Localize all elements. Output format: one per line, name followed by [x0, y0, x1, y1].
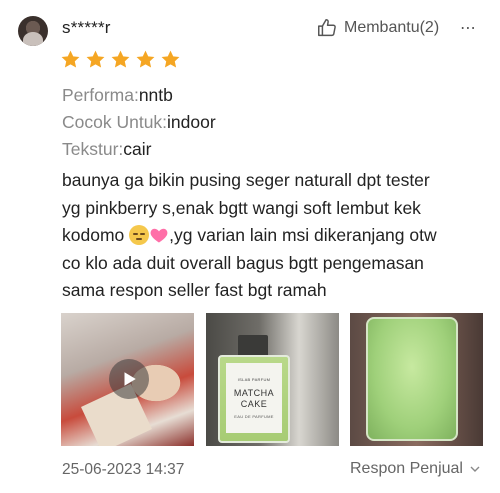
play-button[interactable]	[109, 359, 149, 399]
bottle-name-line2: CAKE	[240, 399, 268, 409]
bottle-label: ISLAB PARFUM MATCHA CAKE EAU DE PARFUME	[226, 363, 282, 433]
star-icon	[136, 50, 155, 68]
helpful-button[interactable]: Membantu(2)	[316, 17, 439, 39]
review-card: s*****r Membantu(2) ⋯ Performa:nntb Coco…	[0, 0, 500, 493]
star-icon	[161, 50, 180, 68]
attribute-value: indoor	[167, 112, 216, 132]
review-video-thumbnail[interactable]	[61, 313, 194, 446]
attribute-value: nntb	[138, 85, 173, 105]
star-icon	[86, 50, 105, 68]
review-text-segment: ,yg varian lain msi dikeranjang otw	[169, 225, 437, 245]
star-icon	[61, 50, 80, 68]
play-icon	[124, 372, 136, 386]
review-text: baunya ga bikin pusing seger naturall dp…	[62, 167, 482, 305]
attribute-key: Performa:	[62, 85, 139, 105]
attribute-key: Cocok Untuk:	[62, 112, 168, 132]
star-icon	[111, 50, 130, 68]
more-options-button[interactable]: ⋯	[460, 18, 477, 38]
chevron-down-icon	[470, 466, 480, 472]
bottle-cap	[238, 335, 268, 357]
review-image-thumbnail[interactable]	[350, 313, 483, 446]
star-rating	[60, 49, 181, 70]
review-image-thumbnail[interactable]: ISLAB PARFUM MATCHA CAKE EAU DE PARFUME	[206, 313, 339, 446]
review-line: sama respon seller fast bgt ramah	[62, 280, 327, 300]
attribute-tekstur: Tekstur:cair	[62, 138, 151, 160]
attribute-cocok-untuk: Cocok Untuk:indoor	[62, 111, 216, 133]
helpful-label: Membantu(2)	[344, 19, 440, 36]
review-line: baunya ga bikin pusing seger naturall dp…	[62, 170, 430, 190]
attribute-performa: Performa:nntb	[62, 84, 173, 106]
seller-response-toggle[interactable]: Respon Penjual	[350, 460, 481, 478]
pink-heart-icon	[150, 228, 168, 243]
review-line: kodomo ,yg varian lain msi dikeranjang o…	[62, 222, 482, 250]
bottle-brand: ISLAB PARFUM	[237, 377, 271, 382]
bottle-name-line1: MATCHA	[233, 388, 275, 398]
perfume-bottle	[366, 317, 458, 441]
avatar[interactable]	[18, 16, 48, 46]
thumbs-up-icon	[318, 19, 336, 37]
review-date: 25-06-2023 14:37	[62, 461, 185, 478]
bottle-subtitle: EAU DE PARFUME	[234, 414, 274, 419]
attribute-key: Tekstur:	[62, 139, 124, 159]
pensive-face-icon	[129, 225, 150, 245]
review-line: co klo ada duit overall bagus bgtt penge…	[62, 252, 424, 273]
attribute-value: cair	[123, 139, 152, 159]
reviewer-username: s*****r	[62, 18, 111, 37]
review-text-segment: kodomo	[62, 225, 130, 245]
review-line: yg pinkberry s,enak bgtt wangi soft lemb…	[62, 197, 421, 218]
seller-response-label: Respon Penjual	[350, 460, 463, 477]
